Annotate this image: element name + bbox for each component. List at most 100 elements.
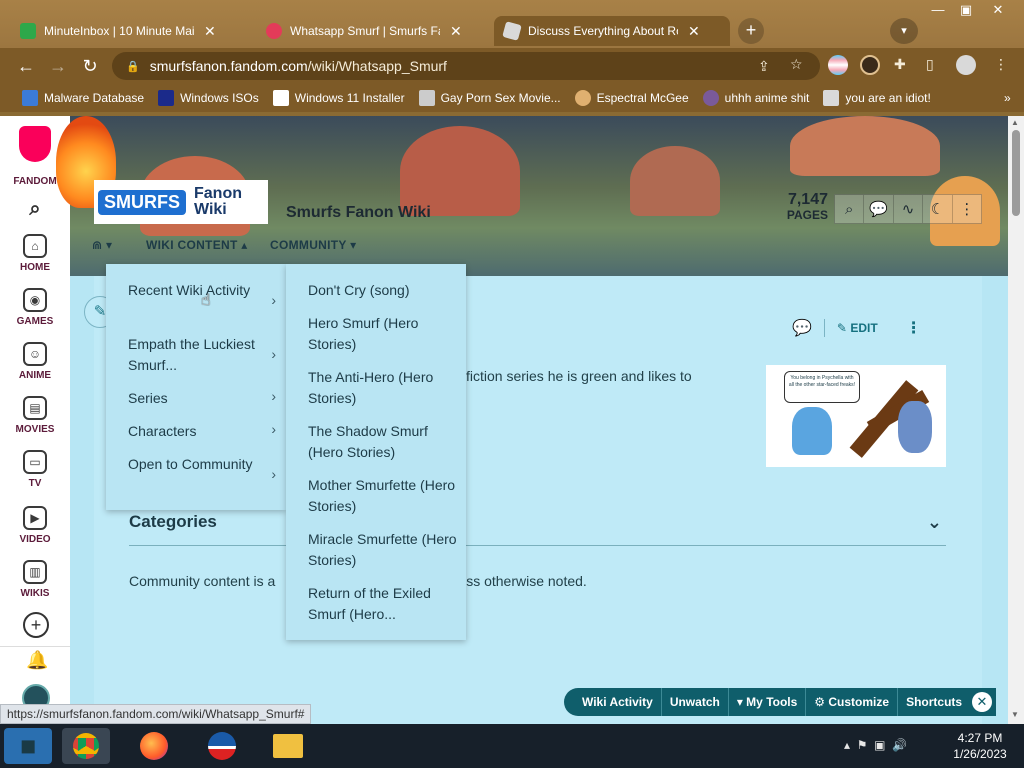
forward-icon[interactable]: →: [46, 54, 70, 78]
pages-number: 7,147: [787, 191, 828, 208]
scroll-down-icon[interactable]: ▼: [1011, 710, 1019, 719]
tab-minuteinbox[interactable]: MinuteInbox | 10 Minute Mail Ad ✕: [10, 16, 250, 46]
profile-extension-icon[interactable]: [860, 55, 880, 75]
fandom-logo-icon[interactable]: [19, 126, 51, 162]
bookmarks-overflow-icon[interactable]: »: [1004, 91, 1011, 105]
dark-mode-moon-icon[interactable]: ☾: [923, 195, 953, 223]
trans-flag-extension-icon[interactable]: [828, 55, 848, 75]
submenu-item[interactable]: Hero Smurf (Hero Stories): [308, 313, 458, 355]
add-icon[interactable]: +: [23, 612, 49, 638]
maximize-icon[interactable]: ▣: [954, 2, 978, 18]
rail-tv[interactable]: ▭ TV: [0, 450, 70, 489]
license-right: less otherwise noted.: [455, 573, 587, 589]
rail-label: ANIME: [18, 370, 52, 381]
menu-item-characters[interactable]: Characters: [128, 421, 276, 442]
file-explorer-taskbar-icon[interactable]: [264, 728, 312, 764]
bookmark-item[interactable]: uhhh anime shit: [702, 90, 809, 106]
more-kebab-icon[interactable]: ⋮: [953, 195, 981, 223]
tab-roblox-discuss[interactable]: Discuss Everything About Roblox ✕: [494, 16, 730, 46]
address-bar[interactable]: 🔒 smurfsfanon.fandom.com /wiki/Whatsapp_…: [112, 52, 820, 80]
obama-logo-taskbar-icon[interactable]: [198, 728, 246, 764]
menu-kebab-icon[interactable]: ⋮: [994, 56, 1008, 73]
account-avatar-icon[interactable]: [956, 55, 976, 75]
new-tab-button[interactable]: +: [738, 18, 764, 44]
menu-item-open-to-community[interactable]: Open to Community: [128, 454, 276, 475]
submenu-item[interactable]: Return of the Exiled Smurf (Hero...: [308, 583, 458, 625]
page-scrollbar[interactable]: ▲ ▼: [1008, 116, 1024, 724]
rail-anime[interactable]: ☺ ANIME: [0, 342, 70, 381]
rail-label: MOVIES: [15, 424, 55, 435]
side-panel-icon[interactable]: ▯: [926, 56, 934, 73]
clock[interactable]: 4:27 PM 1/26/2023: [944, 730, 1016, 762]
bookmark-item[interactable]: Malware Database: [22, 90, 144, 106]
bookmark-item[interactable]: Espectral McGee: [574, 90, 689, 106]
close-tab-icon[interactable]: ✕: [688, 23, 700, 40]
wiki-title[interactable]: Smurfs Fanon Wiki: [286, 204, 431, 222]
article-thumbnail-image[interactable]: You belong in Psychella with all the oth…: [766, 365, 946, 467]
unwatch-button[interactable]: Unwatch: [662, 688, 729, 716]
menu-item-series[interactable]: Series: [128, 388, 276, 409]
wiki-logo[interactable]: SMURFS Fanon Wiki: [94, 180, 268, 224]
nav-community[interactable]: COMMUNITY ▾: [270, 238, 356, 252]
minimize-icon[interactable]: —: [926, 2, 950, 17]
rail-divider: [0, 646, 70, 647]
tab-whatsapp-smurf[interactable]: Whatsapp Smurf | Smurfs Fanon ✕: [256, 16, 492, 46]
fandom-favicon-icon: [266, 23, 282, 39]
scroll-up-icon[interactable]: ▲: [1011, 118, 1019, 127]
discussions-icon[interactable]: 💬: [864, 195, 894, 223]
categories-section[interactable]: Categories ⌄: [129, 512, 946, 546]
chrome-taskbar-icon[interactable]: [62, 728, 110, 764]
lock-icon: 🔒: [126, 60, 140, 73]
reload-icon[interactable]: ↻: [78, 54, 102, 78]
bookmark-label: Gay Porn Sex Movie...: [440, 91, 561, 105]
submenu-item[interactable]: The Shadow Smurf (Hero Stories): [308, 421, 458, 463]
close-tab-icon[interactable]: ✕: [450, 23, 462, 40]
clock-time: 4:27 PM: [957, 731, 1003, 745]
bookmark-item[interactable]: Windows 11 Installer: [272, 90, 405, 106]
pages-count: 7,147 PAGES: [780, 191, 828, 223]
submenu-item[interactable]: Miracle Smurfette (Hero Stories): [308, 529, 458, 571]
search-icon[interactable]: ⌕: [0, 198, 70, 221]
rail-movies[interactable]: ▤ MOVIES: [0, 396, 70, 435]
firefox-taskbar-icon[interactable]: [130, 728, 178, 764]
bookmark-favicon-icon: [272, 90, 289, 106]
comment-icon[interactable]: 💬: [792, 318, 812, 338]
chevron-down-icon[interactable]: ⌄: [927, 512, 942, 533]
rail-label: TV: [28, 478, 42, 489]
extensions-puzzle-icon[interactable]: ✚: [894, 56, 906, 73]
scrollbar-thumb[interactable]: [1012, 130, 1020, 216]
close-tab-icon[interactable]: ✕: [204, 23, 216, 40]
rail-home[interactable]: ⌂ HOME: [0, 234, 70, 273]
shortcuts-button[interactable]: Shortcuts: [898, 688, 970, 716]
close-window-icon[interactable]: ✕: [986, 2, 1010, 18]
wiki-search-icon[interactable]: ⌕: [835, 195, 865, 223]
my-tools-button[interactable]: ▾ My Tools: [729, 688, 807, 716]
system-tray-icons[interactable]: ▴ ⚑ ▣ 🔊: [844, 738, 907, 752]
bookmark-star-icon[interactable]: ☆: [790, 56, 803, 73]
actions-divider: [823, 319, 825, 337]
article-more-icon[interactable]: ⋮: [906, 318, 922, 338]
rail-video[interactable]: ▶ VIDEO: [0, 506, 70, 545]
submenu-item[interactable]: Don't Cry (song): [308, 280, 458, 301]
link-status-bar: https://smurfsfanon.fandom.com/wiki/What…: [0, 704, 312, 724]
notifications-bell-icon[interactable]: 🔔: [26, 650, 48, 671]
rail-games[interactable]: ◉ GAMES: [0, 288, 70, 327]
submenu-item[interactable]: Mother Smurfette (Hero Stories): [308, 475, 458, 517]
menu-item-empath[interactable]: Empath the Luckiest Smurf...: [128, 334, 276, 376]
activity-icon[interactable]: ∿: [894, 195, 924, 223]
bookmark-item[interactable]: Windows ISOs: [158, 90, 259, 106]
start-button-icon[interactable]: ◼: [4, 728, 52, 764]
share-icon[interactable]: ⇪: [758, 58, 770, 75]
nav-wiki-content[interactable]: WIKI CONTENT ▴: [146, 238, 248, 252]
back-icon[interactable]: ←: [14, 54, 38, 78]
tab-search-icon[interactable]: ▾: [890, 18, 918, 44]
bookmark-item[interactable]: Gay Porn Sex Movie...: [418, 90, 561, 106]
nav-explore[interactable]: ⋒ ▾: [92, 238, 112, 252]
wiki-activity-button[interactable]: Wiki Activity: [574, 688, 662, 716]
rail-wikis[interactable]: ▥ WIKIS: [0, 560, 70, 599]
submenu-item[interactable]: The Anti-Hero (Hero Stories): [308, 367, 458, 409]
customize-button[interactable]: ⚙ Customize: [806, 688, 899, 716]
close-toolbar-icon[interactable]: ✕: [972, 692, 992, 712]
bookmark-item[interactable]: you are an idiot!: [823, 90, 931, 106]
edit-button[interactable]: ✎ EDIT: [837, 321, 878, 335]
